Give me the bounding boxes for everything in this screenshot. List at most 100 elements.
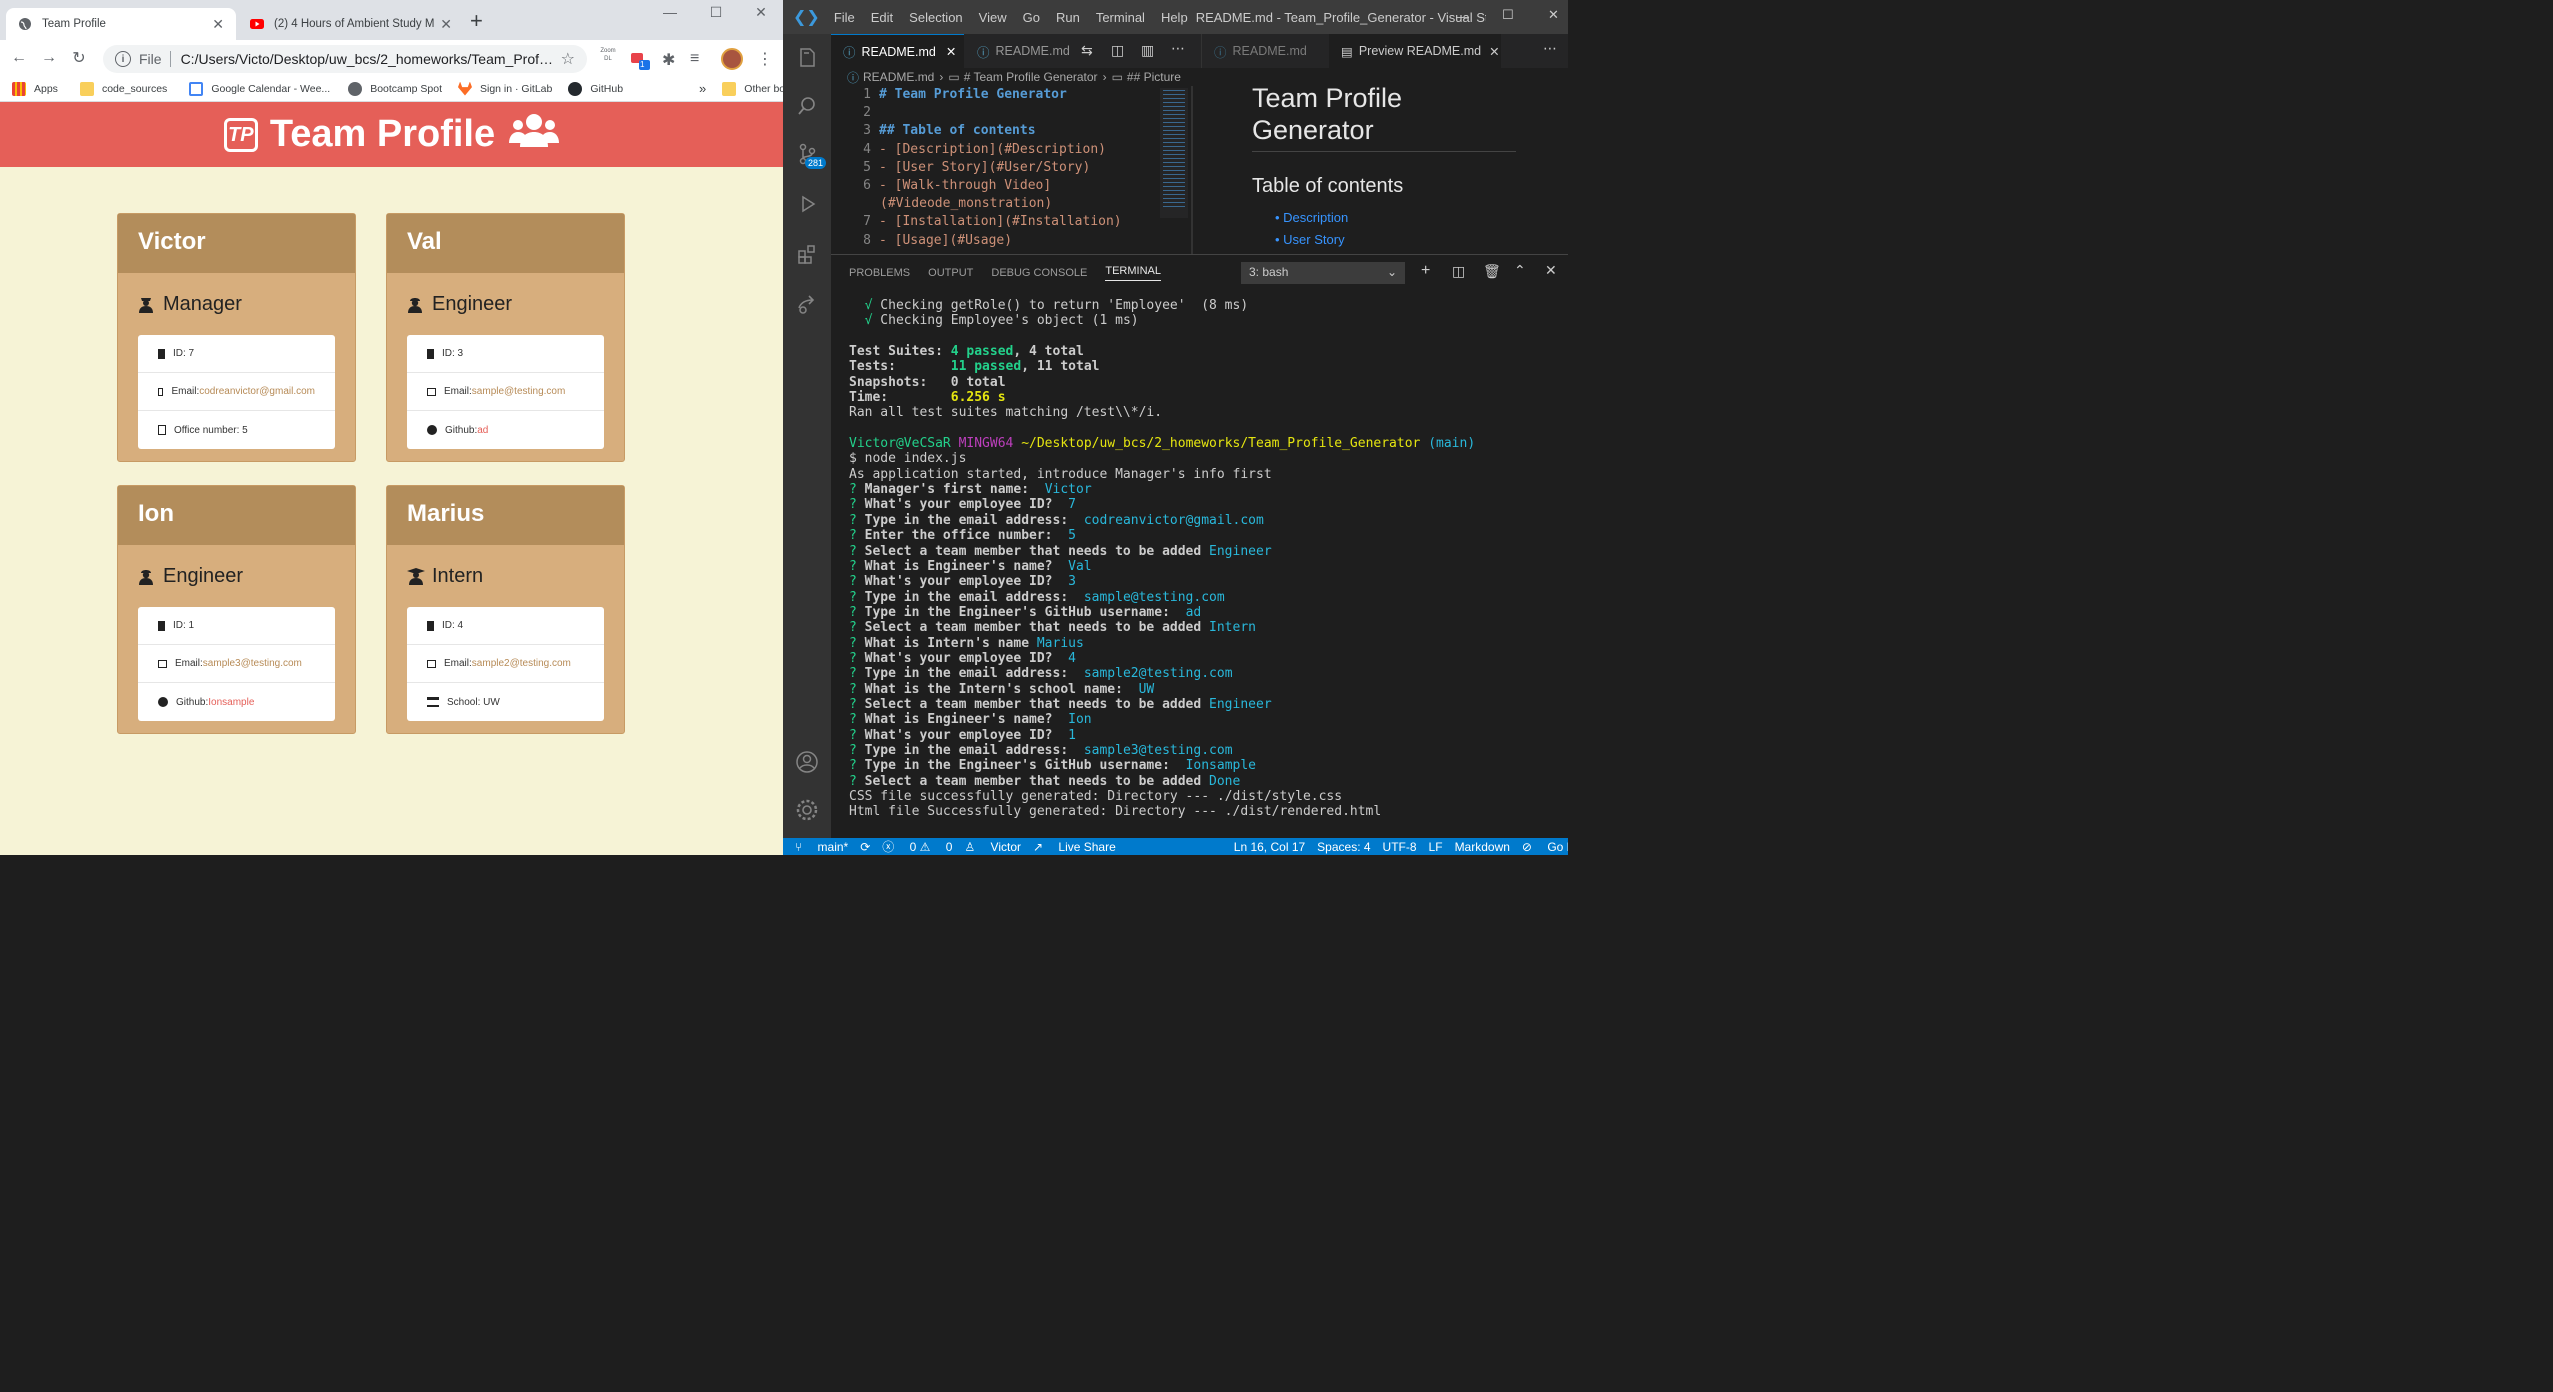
live-share-icon[interactable] <box>783 280 831 328</box>
explorer-icon[interactable] <box>783 34 831 82</box>
id-badge-icon <box>158 348 165 359</box>
minimize-button[interactable]: — <box>655 4 685 20</box>
puzzle-icon[interactable]: ✱ <box>662 50 675 70</box>
search-icon[interactable] <box>783 82 831 130</box>
tab-problems[interactable]: PROBLEMS <box>849 267 910 279</box>
menu-file[interactable]: File <box>834 10 855 25</box>
terminal-line: √ Checking Employee's object (1 ms) <box>864 313 1139 329</box>
breadcrumb-file[interactable]: README.md <box>863 70 934 84</box>
branch-indicator[interactable]: ⑂ main* <box>795 840 848 854</box>
live-share-button[interactable]: ↗ Live Share <box>1033 840 1116 854</box>
close-window-button[interactable]: ✕ <box>746 4 776 21</box>
close-tab-icon[interactable]: ✕ <box>212 16 224 33</box>
bookmark-code-sources[interactable]: code_sources <box>79 81 168 96</box>
language-mode[interactable]: Markdown <box>1455 840 1510 854</box>
email-link[interactable]: sample@testing.com <box>472 386 566 397</box>
address-bar[interactable]: i File C:/Users/Victo/Desktop/uw_bcs/2_h… <box>103 45 587 73</box>
bookmark-google-calendar[interactable]: Google Calendar - Wee... <box>189 81 330 96</box>
cursor-position[interactable]: Ln 16, Col 17 <box>1234 840 1305 854</box>
tab-terminal[interactable]: TERMINAL <box>1105 265 1161 281</box>
bookmark-apps[interactable]: Apps <box>12 81 58 96</box>
settings-gear-icon[interactable] <box>783 786 831 834</box>
user-indicator[interactable]: ♙ Victor <box>964 840 1021 854</box>
menu-edit[interactable]: Edit <box>871 10 893 25</box>
encoding[interactable]: UTF-8 <box>1383 840 1417 854</box>
bookmark-bootcamp-spot[interactable]: Bootcamp Spot <box>348 81 442 96</box>
menu-go[interactable]: Go <box>1023 10 1040 25</box>
open-changes-icon[interactable]: ⇆ <box>1081 42 1093 59</box>
avatar[interactable] <box>721 48 743 70</box>
code-editor[interactable]: 1 # Team Profile Generator 2 3 ## Table of c… <box>831 86 1191 252</box>
engineer-icon <box>407 295 423 313</box>
source-control-icon[interactable]: 281 <box>783 130 831 178</box>
terminal-output[interactable]: √ Checking getRole() to return 'Employee… <box>849 298 1564 820</box>
menu-help[interactable]: Help <box>1161 10 1188 25</box>
github-link[interactable]: ad <box>477 425 488 436</box>
close-window-button[interactable]: ✕ <box>1548 7 1559 23</box>
go-live-button[interactable]: ⊘ Go Live <box>1522 840 1568 854</box>
tab-team-profile[interactable]: Team Profile ✕ <box>6 8 236 40</box>
minimize-button[interactable]: — <box>1456 9 1469 24</box>
bookmark-label: code_sources <box>101 82 168 95</box>
end-of-line[interactable]: LF <box>1429 840 1443 854</box>
split-editor-icon[interactable]: ▥ <box>1141 42 1154 59</box>
menu-terminal[interactable]: Terminal <box>1096 10 1145 25</box>
more-icon[interactable]: ⋮ <box>757 49 773 69</box>
close-panel-icon[interactable]: ✕ <box>1545 262 1557 279</box>
tab-preview-readme[interactable]: ▤ Preview README.md ✕ <box>1329 34 1501 68</box>
terminal-select[interactable]: 3: bash ⌄ <box>1241 262 1405 284</box>
open-preview-icon[interactable]: ◫ <box>1111 42 1124 59</box>
breadcrumb-heading[interactable]: # Team Profile Generator <box>964 70 1098 84</box>
tab-debug-console[interactable]: DEBUG CONSOLE <box>991 267 1087 279</box>
tab-readme-right[interactable]: ⓘ README.md <box>1201 34 1331 68</box>
close-tab-icon[interactable]: ✕ <box>946 44 956 59</box>
info-list: ID: 7 Email: codreanvictor@gmail.com Offic… <box>138 335 335 449</box>
bookmark-other[interactable]: Other bookmarks <box>722 81 783 96</box>
info-icon[interactable]: i <box>115 51 131 67</box>
account-icon[interactable] <box>783 738 831 786</box>
close-tab-icon[interactable]: ✕ <box>440 16 452 33</box>
breadcrumb-subheading[interactable]: ## Picture <box>1127 70 1181 84</box>
more-actions-icon[interactable]: ⋯ <box>1543 40 1557 57</box>
more-actions-icon[interactable]: ⋯ <box>1171 40 1185 57</box>
new-tab-button[interactable]: + <box>470 8 483 34</box>
back-icon[interactable]: ← <box>4 49 34 67</box>
sync-icon[interactable]: ⟳ <box>860 840 870 854</box>
bookmark-gitlab[interactable]: Sign in · GitLab <box>457 81 552 96</box>
problems-indicator[interactable]: ⓧ 0 ⚠ 0 <box>882 838 952 855</box>
terminal-line: ? Type in the email address: sample@test… <box>849 589 1225 605</box>
extensions-icon[interactable] <box>783 230 831 278</box>
minimap[interactable] <box>1160 88 1188 218</box>
heading-icon: ▭ <box>948 70 960 84</box>
github-link[interactable]: Ionsample <box>208 697 254 708</box>
close-tab-icon[interactable]: ✕ <box>1489 44 1499 59</box>
tab-readme-active[interactable]: ⓘ README.md ✕ <box>831 34 964 68</box>
preview-link-description[interactable]: • Description <box>1275 210 1348 225</box>
email-link[interactable]: sample3@testing.com <box>203 658 302 669</box>
tab-readme[interactable]: ⓘ README.md <box>965 34 1075 68</box>
zoom-dl-extension-icon[interactable]: Zoom DL <box>598 47 618 63</box>
bookmark-github[interactable]: GitHub <box>568 81 623 96</box>
media-control-icon[interactable]: ≡ <box>690 50 699 68</box>
maximize-panel-icon[interactable]: ⌃ <box>1514 262 1526 279</box>
email-link[interactable]: codreanvictor@gmail.com <box>199 386 315 397</box>
maximize-button[interactable]: ☐ <box>701 4 731 21</box>
run-debug-icon[interactable] <box>783 180 831 228</box>
new-terminal-icon[interactable]: + <box>1421 262 1430 280</box>
tab-youtube[interactable]: (2) 4 Hours of Ambient Study Music To ✕ <box>238 8 464 40</box>
forward-icon[interactable]: → <box>34 49 64 67</box>
maximize-button[interactable]: ☐ <box>1502 7 1514 23</box>
split-terminal-icon[interactable]: ◫ <box>1452 263 1465 280</box>
menu-selection[interactable]: Selection <box>909 10 962 25</box>
trash-icon[interactable]: 🗑 <box>1483 263 1501 280</box>
reload-icon[interactable]: ↻ <box>64 48 94 68</box>
bookmarks-overflow-icon[interactable]: » <box>699 81 706 96</box>
preview-link-user-story[interactable]: • User Story <box>1275 232 1345 247</box>
star-icon[interactable]: ☆ <box>561 49 575 69</box>
menu-view[interactable]: View <box>979 10 1007 25</box>
indentation[interactable]: Spaces: 4 <box>1317 840 1370 854</box>
tab-output[interactable]: OUTPUT <box>928 267 973 279</box>
email-link[interactable]: sample2@testing.com <box>472 658 571 669</box>
extension-icon[interactable]: 1 <box>630 50 650 70</box>
menu-run[interactable]: Run <box>1056 10 1080 25</box>
